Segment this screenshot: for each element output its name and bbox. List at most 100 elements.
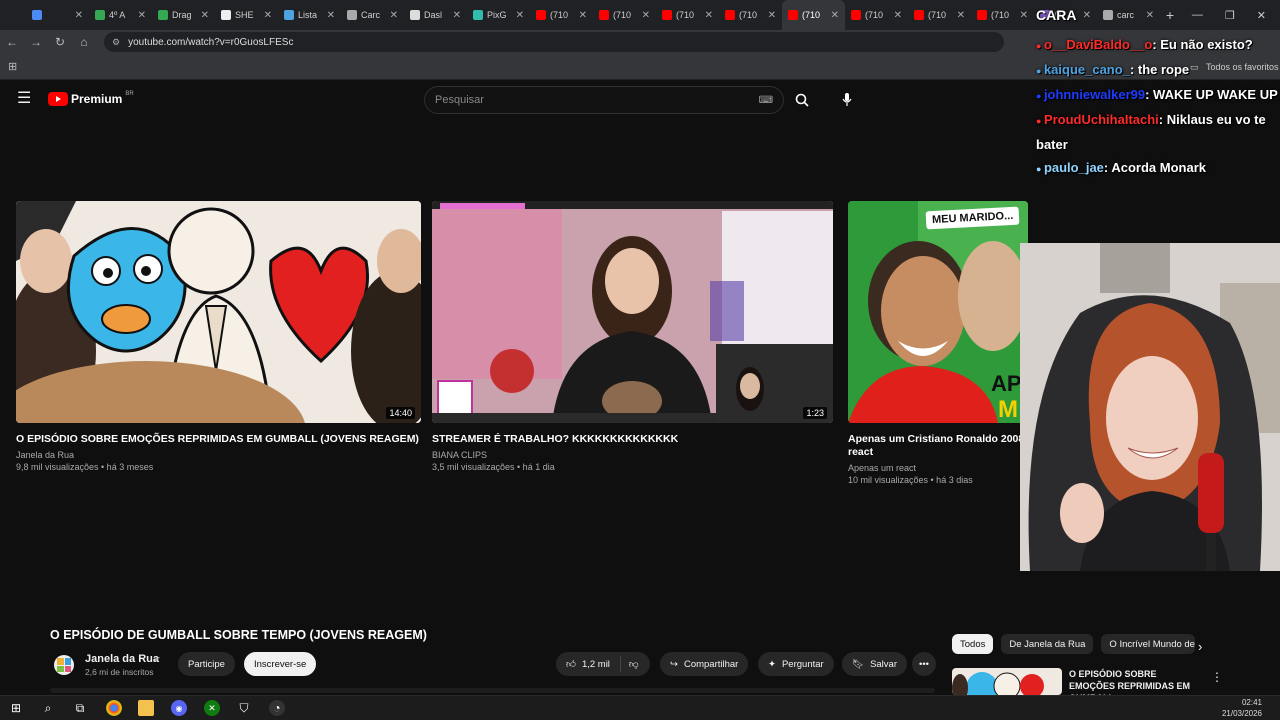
- clock[interactable]: 02:41 21/03/2026: [1222, 697, 1262, 719]
- video-title[interactable]: O EPISÓDIO SOBRE EMOÇÕES REPRIMIDAS EM G…: [16, 433, 421, 446]
- tab-close-icon[interactable]: ✕: [453, 10, 461, 21]
- like-button[interactable]: 👍︎ 1,2 mil 👎︎: [556, 652, 650, 676]
- browser-tab[interactable]: (710 ✕: [719, 0, 782, 30]
- home-icon[interactable]: ⌂: [72, 35, 96, 49]
- tab-favicon-icon: [725, 10, 735, 20]
- keyboard-icon[interactable]: ⌨: [759, 95, 773, 106]
- chat-message: ● paulo_jae: Acorda Monark: [1030, 156, 1280, 181]
- chat-header: CARA: [1036, 7, 1077, 23]
- task-view-icon[interactable]: ⧉: [72, 700, 88, 716]
- browser-tab[interactable]: (710 ✕: [971, 0, 1034, 30]
- tab-close-icon[interactable]: ✕: [705, 10, 713, 21]
- chrome-icon[interactable]: [106, 700, 122, 716]
- browser-tab[interactable]: Carc ✕: [341, 0, 404, 30]
- tab-close-icon[interactable]: ✕: [264, 10, 272, 21]
- browser-tab[interactable]: (710 ✕: [782, 0, 845, 30]
- join-button[interactable]: Participe: [178, 652, 235, 676]
- channel-name[interactable]: Janela da Rua: [85, 653, 159, 665]
- video-channel[interactable]: Apenas um react: [848, 462, 1028, 474]
- tab-close-icon[interactable]: ✕: [201, 10, 209, 21]
- discord-icon[interactable]: ◉: [171, 700, 187, 716]
- video-title[interactable]: Apenas um Cristiano Ronaldo 2008 react: [848, 433, 1048, 459]
- browser-tab[interactable]: (710 ✕: [908, 0, 971, 30]
- browser-tab[interactable]: Lista ✕: [278, 0, 341, 30]
- reload-icon[interactable]: ↻: [48, 35, 72, 49]
- windows-start-icon[interactable]: ⊞: [8, 700, 24, 716]
- tab-favicon-icon: [599, 10, 609, 20]
- sidebar-video-thumbnail[interactable]: [952, 668, 1062, 695]
- video-channel[interactable]: BIANA CLIPS: [432, 449, 833, 461]
- tab-close-icon[interactable]: ✕: [1020, 10, 1028, 21]
- tab-close-icon[interactable]: ✕: [327, 10, 335, 21]
- tab-close-icon[interactable]: ✕: [831, 10, 839, 21]
- shield-icon[interactable]: ⛉: [236, 700, 252, 716]
- tab-close-icon[interactable]: ✕: [768, 10, 776, 21]
- chat-message: ● o__DaviBaldo__o: Eu não existo?: [1030, 33, 1280, 58]
- browser-tab[interactable]: (710 ✕: [656, 0, 719, 30]
- browser-tab[interactable]: (710 ✕: [845, 0, 908, 30]
- chip-next-icon[interactable]: ›: [1198, 639, 1202, 654]
- tab-close-icon[interactable]: ✕: [579, 10, 587, 21]
- browser-tab[interactable]: Dasl ✕: [404, 0, 467, 30]
- chat-message: ● kaique_cano_: the rope: [1030, 58, 1280, 83]
- more-actions-button[interactable]: •••: [912, 652, 936, 676]
- file-explorer-icon[interactable]: [138, 700, 154, 716]
- channel-avatar[interactable]: [54, 655, 74, 675]
- chat-username: johnniewalker99: [1043, 87, 1146, 102]
- description-box-edge[interactable]: [50, 688, 935, 693]
- tab-favicon-icon: [977, 10, 987, 20]
- url-field[interactable]: ⚙ youtube.com/watch?v=r0GuosLFESc: [104, 32, 1004, 52]
- search-button[interactable]: [786, 86, 818, 114]
- tab-close-icon[interactable]: ✕: [894, 10, 902, 21]
- video-title[interactable]: STREAMER É TRABALHO? KKKKKKKKKKKKKK: [432, 433, 833, 446]
- video-card[interactable]: AP M MEU MARIDO... Apenas um Cristiano R…: [848, 201, 1028, 486]
- browser-tab[interactable]: Drag ✕: [152, 0, 215, 30]
- more-vertical-icon[interactable]: ⋮: [1211, 670, 1223, 684]
- chip-related[interactable]: O Incrível Mundo de: [1101, 634, 1196, 654]
- video-duration: 14:40: [386, 407, 415, 419]
- video-card[interactable]: 14:40 O EPISÓDIO SOBRE EMOÇÕES REPRIMIDA…: [16, 201, 421, 473]
- tab-close-icon[interactable]: ✕: [138, 10, 146, 21]
- video-thumbnail[interactable]: 14:40: [16, 201, 421, 423]
- tab-close-icon[interactable]: ✕: [516, 10, 524, 21]
- chat-username: paulo_jae: [1043, 160, 1104, 175]
- apps-grid-icon[interactable]: ⊞: [8, 60, 17, 73]
- share-button[interactable]: ↪ Compartilhar: [660, 652, 749, 676]
- bookmark-icon: 🔖︎: [852, 658, 865, 670]
- browser-tab[interactable]: (710 ✕: [530, 0, 593, 30]
- tab-close-icon[interactable]: ✕: [75, 10, 83, 21]
- voice-search-button[interactable]: [833, 86, 861, 114]
- tab-close-icon[interactable]: ✕: [957, 10, 965, 21]
- video-thumbnail[interactable]: 1:23: [432, 201, 833, 423]
- forward-icon[interactable]: →: [24, 35, 48, 49]
- like-icon: 👍︎: [566, 659, 576, 670]
- browser-tab[interactable]: PixG ✕: [467, 0, 530, 30]
- chip-from-channel[interactable]: De Janela da Rua: [1001, 634, 1094, 654]
- browser-tab[interactable]: 4º A ✕: [89, 0, 152, 30]
- tab-label: (710: [676, 10, 695, 20]
- tab-close-icon[interactable]: ✕: [642, 10, 650, 21]
- chat-text: : the rope: [1129, 62, 1190, 77]
- webcam-image: [1020, 243, 1280, 571]
- video-card[interactable]: 1:23 STREAMER É TRABALHO? KKKKKKKKKKKKKK…: [432, 201, 833, 473]
- menu-icon[interactable]: ☰: [17, 91, 31, 107]
- youtube-logo[interactable]: Premium BR: [48, 91, 134, 106]
- subscribe-button[interactable]: Inscrever-se: [244, 652, 317, 676]
- xbox-icon[interactable]: ✕: [204, 700, 220, 716]
- video-channel[interactable]: Janela da Rua: [16, 449, 421, 461]
- search-icon: [795, 93, 809, 107]
- video-thumbnail[interactable]: AP M MEU MARIDO...: [848, 201, 1028, 423]
- browser-tab[interactable]: ✕: [26, 0, 89, 30]
- save-button[interactable]: 🔖︎ Salvar: [842, 652, 907, 676]
- ask-button[interactable]: ✦ Perguntar: [758, 652, 834, 676]
- browser-tab[interactable]: SHE ✕: [215, 0, 278, 30]
- site-info-icon[interactable]: ⚙: [112, 37, 120, 48]
- tab-close-icon[interactable]: ✕: [390, 10, 398, 21]
- back-icon[interactable]: ←: [0, 35, 24, 49]
- obs-icon[interactable]: ◔: [269, 700, 285, 716]
- search-icon[interactable]: ⌕: [40, 700, 56, 716]
- browser-tab[interactable]: (710 ✕: [593, 0, 656, 30]
- dislike-icon[interactable]: 👎︎: [619, 656, 639, 672]
- chip-all[interactable]: Todos: [952, 634, 994, 654]
- search-input[interactable]: Pesquisar ⌨: [424, 86, 784, 114]
